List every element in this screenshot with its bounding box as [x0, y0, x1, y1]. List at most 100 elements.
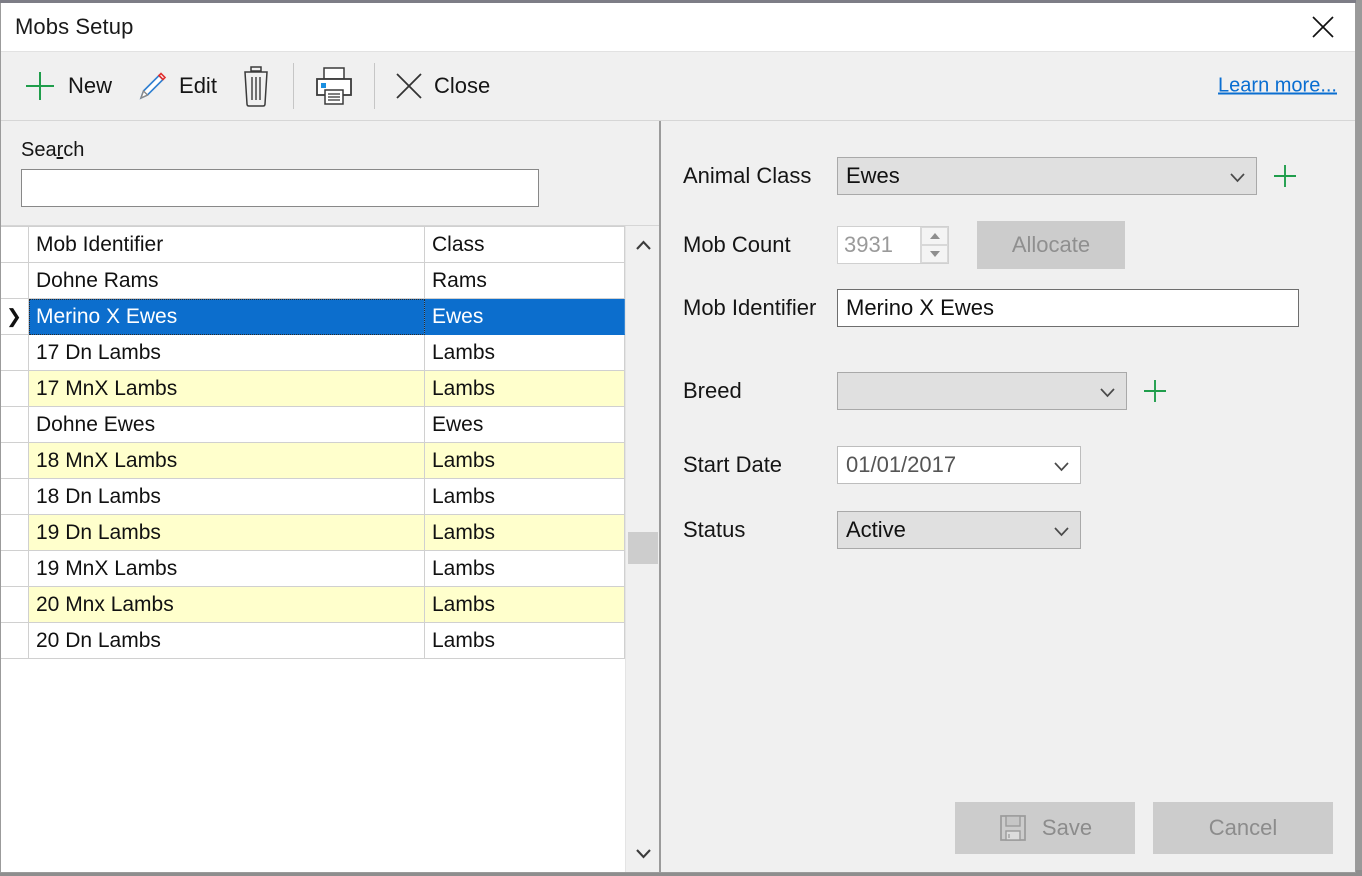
mob-count-row: Mob Count 3931 Allocate: [661, 221, 1125, 269]
mobs-grid[interactable]: Mob Identifier Class Dohne Rams Rams ❯ Meri…: [1, 226, 625, 872]
allocate-button[interactable]: Allocate: [977, 221, 1125, 269]
table-row[interactable]: 17 MnX Lambs Lambs: [1, 371, 625, 407]
cell-mob-identifier[interactable]: 17 MnX Lambs: [29, 371, 425, 407]
grid-wrap: Mob Identifier Class Dohne Rams Rams ❯ Meri…: [1, 226, 659, 872]
row-header-cell[interactable]: [1, 407, 29, 443]
table-row[interactable]: 18 Dn Lambs Lambs: [1, 479, 625, 515]
animal-class-value: Ewes: [846, 163, 900, 188]
row-header-cell[interactable]: [1, 479, 29, 515]
row-header-cell[interactable]: [1, 263, 29, 299]
close-window-button[interactable]: [1291, 3, 1355, 50]
row-header-cell[interactable]: [1, 515, 29, 551]
scrollbar-thumb[interactable]: [628, 532, 658, 564]
cell-class[interactable]: Rams: [425, 263, 625, 299]
scroll-up-button[interactable]: [626, 228, 660, 262]
current-row-arrow-icon: ❯: [6, 306, 22, 327]
grid-vertical-scrollbar[interactable]: [625, 226, 659, 872]
delete-button[interactable]: [229, 59, 283, 113]
mob-count-decrement-button[interactable]: [921, 245, 948, 263]
cell-class[interactable]: Lambs: [425, 587, 625, 623]
table-row[interactable]: 20 Dn Lambs Lambs: [1, 623, 625, 659]
row-header-cell[interactable]: [1, 623, 29, 659]
chevron-down-icon: [1099, 378, 1116, 404]
mob-count-stepper[interactable]: 3931: [837, 226, 949, 264]
cell-mob-identifier[interactable]: 20 Dn Lambs: [29, 623, 425, 659]
title-bar: Mobs Setup: [1, 3, 1355, 51]
grid-header-row: Mob Identifier Class: [1, 227, 625, 263]
search-area: Search: [1, 121, 659, 226]
table-row[interactable]: 19 MnX Lambs Lambs: [1, 551, 625, 587]
search-input[interactable]: [21, 169, 539, 207]
grid-header-gutter: [1, 227, 29, 263]
cell-mob-identifier[interactable]: 20 Mnx Lambs: [29, 587, 425, 623]
breed-select[interactable]: [837, 372, 1127, 410]
table-row[interactable]: 18 MnX Lambs Lambs: [1, 443, 625, 479]
cell-class[interactable]: Ewes: [425, 299, 625, 335]
edit-button-label: Edit: [179, 73, 217, 98]
cell-class[interactable]: Lambs: [425, 371, 625, 407]
cell-mob-identifier[interactable]: Dohne Rams: [29, 263, 425, 299]
chevron-down-icon: [1053, 517, 1070, 543]
column-header-class[interactable]: Class: [425, 227, 625, 263]
table-row[interactable]: Dohne Ewes Ewes: [1, 407, 625, 443]
scroll-down-button[interactable]: [626, 836, 660, 870]
table-row[interactable]: 20 Mnx Lambs Lambs: [1, 587, 625, 623]
status-value: Active: [846, 517, 906, 542]
column-header-mob-identifier[interactable]: Mob Identifier: [29, 227, 425, 263]
mob-count-value: 3931: [844, 232, 893, 257]
mobs-setup-dialog: Mobs Setup New Edit Close Learn more... …: [0, 3, 1356, 873]
cell-mob-identifier[interactable]: 18 MnX Lambs: [29, 443, 425, 479]
add-animal-class-button[interactable]: [1271, 162, 1299, 190]
edit-button[interactable]: Edit: [124, 59, 229, 113]
cell-mob-identifier[interactable]: 19 MnX Lambs: [29, 551, 425, 587]
new-button[interactable]: New: [13, 59, 124, 113]
table-row[interactable]: Dohne Rams Rams: [1, 263, 625, 299]
cell-class[interactable]: Lambs: [425, 623, 625, 659]
search-label-post: ch: [63, 139, 85, 161]
x-icon: [396, 73, 422, 99]
chevron-down-icon: [1229, 163, 1246, 189]
toolbar-separator-2: [373, 63, 375, 109]
printer-icon: [316, 67, 352, 105]
mob-identifier-label: Mob Identifier: [683, 295, 817, 320]
cancel-button[interactable]: Cancel: [1153, 802, 1333, 854]
status-row: Status Active: [661, 511, 1081, 549]
cell-class[interactable]: Lambs: [425, 443, 625, 479]
print-button[interactable]: [304, 59, 364, 113]
mob-identifier-input[interactable]: Merino X Ewes: [837, 289, 1299, 327]
start-date-picker[interactable]: 01/01/2017: [837, 446, 1081, 484]
mob-count-increment-button[interactable]: [921, 227, 948, 245]
cell-class[interactable]: Lambs: [425, 479, 625, 515]
close-button[interactable]: Close: [385, 59, 502, 113]
table-row[interactable]: 19 Dn Lambs Lambs: [1, 515, 625, 551]
add-breed-button[interactable]: [1141, 377, 1169, 405]
start-date-row: Start Date 01/01/2017: [661, 446, 1081, 484]
cell-mob-identifier[interactable]: Dohne Ewes: [29, 407, 425, 443]
cell-class[interactable]: Lambs: [425, 515, 625, 551]
cell-mob-identifier[interactable]: Merino X Ewes: [29, 299, 425, 335]
row-header-cell[interactable]: [1, 587, 29, 623]
status-label: Status: [683, 517, 746, 542]
row-header-cell[interactable]: [1, 551, 29, 587]
cell-mob-identifier[interactable]: 18 Dn Lambs: [29, 479, 425, 515]
row-header-cell[interactable]: [1, 335, 29, 371]
status-select[interactable]: Active: [837, 511, 1081, 549]
animal-class-select[interactable]: Ewes: [837, 157, 1257, 195]
cell-class[interactable]: Lambs: [425, 551, 625, 587]
table-row[interactable]: ❯ Merino X Ewes Ewes: [1, 299, 625, 335]
row-header-cell[interactable]: ❯: [1, 299, 29, 335]
table-row[interactable]: 17 Dn Lambs Lambs: [1, 335, 625, 371]
save-button[interactable]: Save: [955, 802, 1135, 854]
background-window-right-edge: [1356, 0, 1362, 876]
save-button-label: Save: [1041, 815, 1093, 840]
close-x-icon: [1312, 15, 1334, 38]
row-header-cell[interactable]: [1, 371, 29, 407]
triangle-down-icon: [929, 251, 940, 257]
cell-mob-identifier[interactable]: 17 Dn Lambs: [29, 335, 425, 371]
cell-class[interactable]: Lambs: [425, 335, 625, 371]
mob-count-label: Mob Count: [683, 232, 791, 257]
cell-mob-identifier[interactable]: 19 Dn Lambs: [29, 515, 425, 551]
learn-more-link[interactable]: Learn more...: [1218, 75, 1337, 98]
cell-class[interactable]: Ewes: [425, 407, 625, 443]
row-header-cell[interactable]: [1, 443, 29, 479]
